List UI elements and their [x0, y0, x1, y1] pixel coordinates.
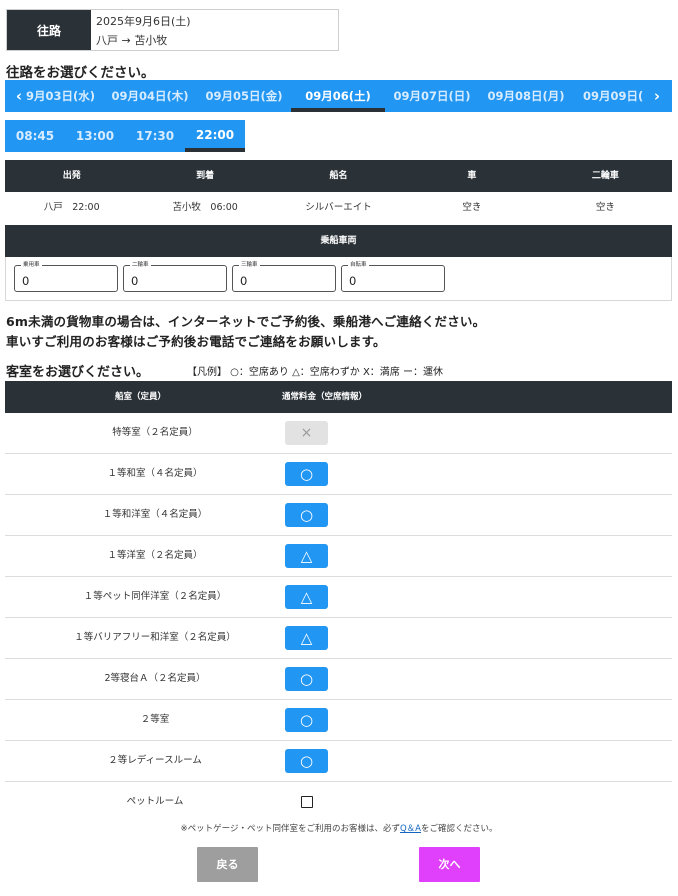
- field-legend: 二輪車: [130, 261, 151, 269]
- room-name: ペットルーム: [126, 796, 184, 807]
- col-header-room: 船室（定員）: [115, 392, 167, 402]
- route-info: 2025年9月6日(土) 八戸 → 苫小牧: [91, 10, 191, 50]
- room-name: １等和室（４名定員）: [107, 468, 203, 479]
- room-select-button[interactable]: ○: [285, 749, 328, 773]
- passenger-car-field: 乗用車: [14, 261, 118, 292]
- back-button[interactable]: 戻る: [197, 847, 258, 882]
- motorcycle-availability-cell: 空き: [595, 202, 615, 213]
- room-row: １等バリアフリー和洋室（２名定員） △: [5, 618, 672, 659]
- schedule-table-header: 出発 到着 船名 車 二輪車: [5, 160, 672, 192]
- route-date: 2025年9月6日(土): [96, 15, 191, 28]
- footnote-text: をご確認ください。: [420, 824, 498, 834]
- room-select-button[interactable]: ○: [285, 462, 328, 486]
- bicycle-field: 自転車: [341, 261, 445, 292]
- room-table-header: 船室（定員） 通常料金（空席情報）: [5, 381, 672, 413]
- room-row: １等洋室（２名定員） △: [5, 536, 672, 577]
- route-summary: 往路 2025年9月6日(土) 八戸 → 苫小牧: [6, 9, 339, 51]
- room-select-button[interactable]: △: [285, 585, 328, 609]
- availability-legend: 【凡例】 ○：空席あり △：空席わずか X：満席 ー：運休: [187, 367, 443, 378]
- room-select-button[interactable]: ○: [285, 708, 328, 732]
- bicycle-input[interactable]: [342, 266, 444, 291]
- room-row: 特等室（２名定員） ×: [5, 413, 672, 454]
- room-name: １等ペット同伴洋室（２名定員）: [83, 591, 227, 602]
- date-tab-active[interactable]: 09月06(土): [291, 80, 385, 112]
- room-select-button[interactable]: △: [285, 626, 328, 650]
- field-legend: 三輪車: [239, 261, 260, 269]
- col-header-price: 通常料金（空席情報）: [282, 392, 368, 402]
- chevron-left-icon[interactable]: ‹: [9, 80, 29, 112]
- date-tab[interactable]: 09月04日(木): [103, 80, 197, 112]
- room-row: 2等寝台Ａ（２名定員） ○: [5, 659, 672, 700]
- date-tab[interactable]: 09月08日(月): [479, 80, 573, 112]
- col-header: 船名: [329, 171, 348, 181]
- field-legend: 自転車: [348, 261, 369, 269]
- route-path: 八戸 → 苫小牧: [96, 34, 168, 47]
- pet-room-checkbox[interactable]: [301, 796, 313, 808]
- room-full-button: ×: [285, 421, 328, 445]
- room-select-button[interactable]: ○: [285, 667, 328, 691]
- col-header: 車: [467, 171, 477, 181]
- tricycle-field: 三輪車: [232, 261, 336, 292]
- room-row: １等和室（４名定員） ○: [5, 454, 672, 495]
- room-name: １等和洋室（４名定員）: [102, 509, 208, 520]
- room-name: ２等レディースルーム: [108, 755, 202, 766]
- time-tab[interactable]: 13:00: [65, 120, 125, 152]
- room-select-button[interactable]: ○: [285, 503, 328, 527]
- room-name: １等バリアフリー和洋室（２名定員）: [74, 632, 236, 643]
- col-header: 二輪車: [591, 171, 619, 181]
- time-tab[interactable]: 08:45: [5, 120, 65, 152]
- room-section-title: 客室をお選びください。: [6, 365, 150, 380]
- schedule-row: 八戸 22:00 苫小牧 06:00 シルバーエイト 空き 空き: [5, 192, 672, 224]
- room-name: 特等室（２名定員）: [112, 427, 198, 438]
- time-tabs: 08:45 13:00 17:30 22:00: [5, 120, 245, 152]
- footnote-text: ※ペットゲージ・ペット同伴室をご利用のお客様は、必ず: [180, 824, 400, 834]
- arrival-cell: 苫小牧 06:00: [172, 202, 238, 213]
- chevron-right-icon[interactable]: ›: [647, 80, 667, 112]
- route-label: 往路: [7, 10, 91, 50]
- pet-footnote: ※ペットゲージ・ペット同伴室をご利用のお客様は、必ずQ＆Aをご確認ください。: [0, 822, 678, 834]
- pet-room-row: ペットルーム: [5, 782, 672, 823]
- date-tab[interactable]: 09月09日(: [573, 80, 647, 112]
- col-header: 到着: [196, 171, 215, 181]
- cargo-notice: 6m未満の貨物車の場合は、インターネットでご予約後、乗船港へご連絡ください。: [6, 314, 486, 329]
- next-button[interactable]: 次へ: [419, 847, 480, 882]
- col-header: 出発: [62, 171, 81, 181]
- room-select-button[interactable]: △: [285, 544, 328, 568]
- room-row: ２等レディースルーム ○: [5, 741, 672, 782]
- vehicles-panel: 乗用車 二輪車 三輪車 自転車: [5, 257, 672, 301]
- room-row: ２等室 ○: [5, 700, 672, 741]
- room-name: ２等室: [140, 714, 170, 725]
- ship-name-cell: シルバーエイト: [305, 202, 372, 213]
- time-tab-active[interactable]: 22:00: [185, 120, 245, 152]
- time-tab[interactable]: 17:30: [125, 120, 185, 152]
- room-row: １等和洋室（４名定員） ○: [5, 495, 672, 536]
- tricycle-input[interactable]: [233, 266, 335, 291]
- room-row: １等ペット同伴洋室（２名定員） △: [5, 577, 672, 618]
- vehicles-header: 乗船車両: [5, 225, 672, 257]
- departure-cell: 八戸 22:00: [43, 202, 100, 213]
- date-carousel: ‹ 9月03日(水) 09月04日(木) 09月05日(金) 09月06(土) …: [5, 80, 672, 112]
- date-tab[interactable]: 09月07日(日): [385, 80, 479, 112]
- motorcycle-input[interactable]: [124, 266, 226, 291]
- car-availability-cell: 空き: [462, 202, 482, 213]
- passenger-car-input[interactable]: [15, 266, 117, 291]
- wheelchair-notice: 車いすご利用のお客様はご予約後お電話でご連絡をお願いします。: [6, 334, 386, 349]
- date-tab[interactable]: 09月05日(金): [197, 80, 291, 112]
- outbound-section-title: 往路をお選びください。: [6, 65, 155, 81]
- field-legend: 乗用車: [21, 261, 42, 269]
- qa-link[interactable]: Q＆A: [400, 824, 421, 834]
- motorcycle-field: 二輪車: [123, 261, 227, 292]
- room-name: １等洋室（２名定員）: [107, 550, 203, 561]
- room-name: 2等寝台Ａ（２名定員）: [104, 673, 206, 684]
